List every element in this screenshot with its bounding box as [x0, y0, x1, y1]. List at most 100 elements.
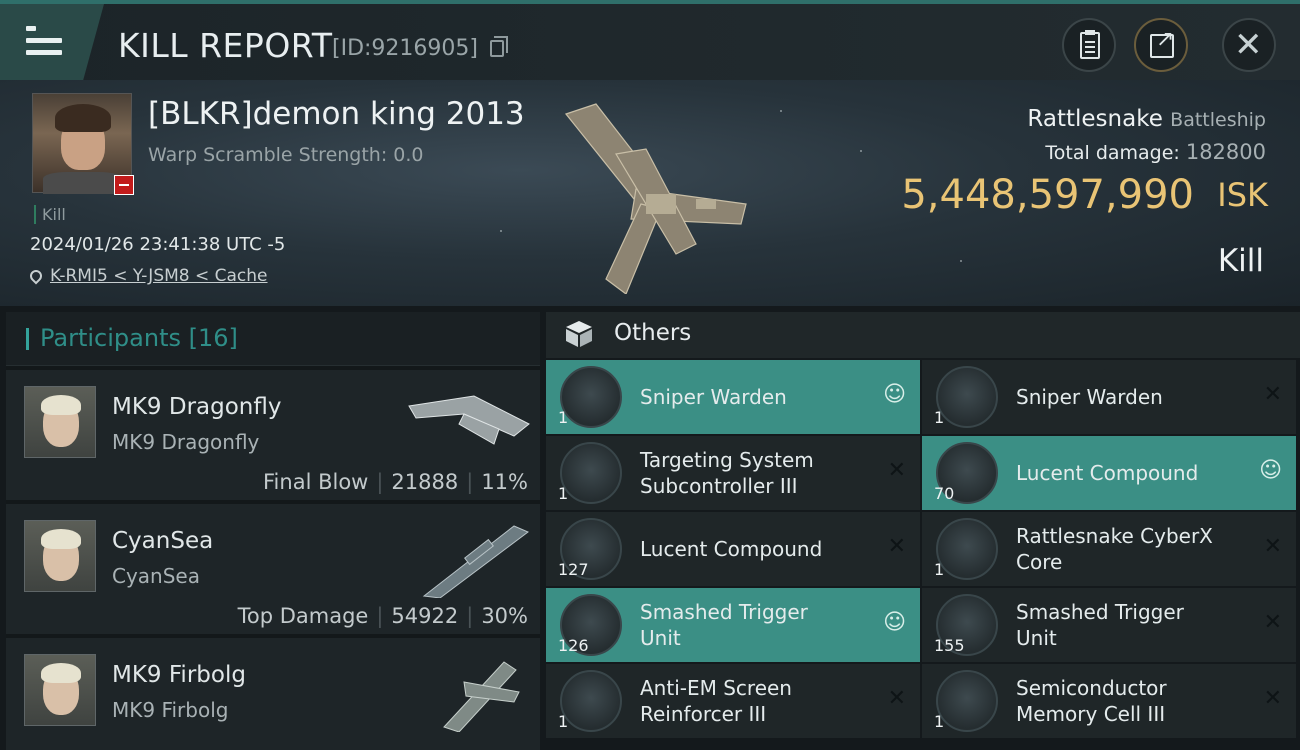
- item-name-line: Rattlesnake CyberX: [1016, 524, 1213, 548]
- stat-damage: 21888: [391, 470, 459, 494]
- participant-row[interactable]: CyanSea CyanSea Top Damage | 54922 | 30%: [6, 500, 540, 634]
- close-icon: ✕: [1234, 25, 1263, 65]
- item-quantity: 70: [934, 484, 955, 503]
- stat-label: Final Blow: [263, 470, 369, 494]
- loot-item[interactable]: 1 Rattlesnake CyberX Core ✕: [922, 512, 1296, 586]
- kill-location[interactable]: K-RMI5 < Y-JSM8 < Cache: [27, 266, 268, 286]
- person-icon[interactable]: ☺: [883, 382, 906, 408]
- participant-name: CyanSea: [112, 528, 214, 554]
- report-id: [ID:9216905]: [332, 36, 478, 61]
- total-damage-label: Total damage:: [1045, 142, 1180, 164]
- item-quantity: 1: [934, 560, 945, 579]
- participant-ship-image: [408, 395, 530, 445]
- item-name: Lucent Compound: [640, 536, 822, 562]
- person-icon[interactable]: ☺: [1259, 458, 1282, 484]
- warp-scramble-strength: Warp Scramble Strength: 0.0: [148, 144, 424, 166]
- item-name: Rattlesnake CyberX Core: [1016, 523, 1213, 575]
- item-name-line: Sniper Warden: [640, 385, 787, 409]
- item-name-line: Core: [1016, 550, 1063, 574]
- item-icon: [560, 670, 622, 732]
- cargo-box-icon: [566, 321, 592, 347]
- star-decoration: [500, 230, 502, 232]
- star-decoration: [960, 260, 962, 262]
- item-name: Smashed Trigger Unit: [640, 599, 808, 651]
- close-x-icon[interactable]: ✕: [1264, 534, 1282, 560]
- clipboard-button[interactable]: [1062, 18, 1116, 72]
- close-x-icon[interactable]: ✕: [888, 686, 906, 712]
- loot-item[interactable]: 1 Semiconductor Memory Cell III ✕: [922, 664, 1296, 738]
- others-header: Others: [546, 312, 1300, 358]
- stat-percent: 30%: [481, 604, 528, 628]
- stat-percent: 11%: [481, 470, 528, 494]
- avatar[interactable]: [24, 386, 96, 458]
- item-name-line: Smashed Trigger: [1016, 600, 1184, 624]
- avatar[interactable]: [24, 520, 96, 592]
- star-decoration: [780, 110, 782, 112]
- participant-ship-image: [443, 661, 520, 732]
- item-name-line: Smashed Trigger: [640, 600, 808, 624]
- close-x-icon[interactable]: ✕: [1264, 686, 1282, 712]
- item-name-line: Unit: [1016, 626, 1057, 650]
- result-label: Kill: [1217, 243, 1264, 279]
- item-name: Sniper Warden: [1016, 384, 1163, 410]
- share-icon: [1150, 27, 1174, 58]
- close-x-icon[interactable]: ✕: [1264, 382, 1282, 408]
- participants-header: Participants [16]: [6, 312, 540, 366]
- clipboard-icon: [1080, 30, 1100, 59]
- item-icon: [936, 518, 998, 580]
- location-link[interactable]: K-RMI5 < Y-JSM8 < Cache: [50, 266, 268, 286]
- item-icon: [936, 366, 998, 428]
- isk-unit: ISK: [1217, 176, 1268, 214]
- stat-damage: 54922: [391, 604, 459, 628]
- loot-item[interactable]: 155 Smashed Trigger Unit ✕: [922, 588, 1296, 662]
- item-quantity: 1: [934, 712, 945, 731]
- item-quantity: 127: [558, 560, 589, 579]
- kill-datetime: 2024/01/26 23:41:38 UTC -5: [30, 234, 286, 255]
- item-name-line: Targeting System: [640, 448, 814, 472]
- copy-icon[interactable]: [490, 36, 508, 57]
- loot-item[interactable]: 126 Smashed Trigger Unit ☺: [546, 588, 920, 662]
- page-title: KILL REPORT: [118, 26, 333, 65]
- item-name: Lucent Compound: [1016, 460, 1198, 486]
- loot-item[interactable]: 127 Lucent Compound ✕: [546, 512, 920, 586]
- close-button[interactable]: ✕: [1222, 18, 1276, 72]
- star-decoration: [860, 150, 862, 152]
- close-x-icon[interactable]: ✕: [888, 458, 906, 484]
- victim-ship-name: Rattlesnake Battleship: [1027, 106, 1266, 132]
- participant-ship: MK9 Firbolg: [112, 698, 229, 722]
- item-icon: [560, 366, 622, 428]
- item-name-line: Memory Cell III: [1016, 702, 1166, 726]
- loot-item[interactable]: 1 Sniper Warden ☺: [546, 360, 920, 434]
- participant-ship-image: [422, 525, 529, 598]
- ship-name-text[interactable]: Rattlesnake: [1027, 106, 1162, 132]
- loot-item[interactable]: 1 Sniper Warden ✕: [922, 360, 1296, 434]
- item-quantity: 1: [558, 712, 569, 731]
- participant-row[interactable]: MK9 Firbolg MK9 Firbolg: [6, 634, 540, 750]
- loot-item[interactable]: 1 Anti-EM Screen Reinforcer III ✕: [546, 664, 920, 738]
- item-name: Smashed Trigger Unit: [1016, 599, 1184, 651]
- item-quantity: 155: [934, 636, 965, 655]
- participant-name: MK9 Firbolg: [112, 662, 246, 688]
- item-name-line: Subcontroller III: [640, 474, 798, 498]
- menu-button[interactable]: [0, 4, 104, 80]
- close-x-icon[interactable]: ✕: [1264, 610, 1282, 636]
- item-name: Semiconductor Memory Cell III: [1016, 675, 1167, 727]
- close-x-icon[interactable]: ✕: [888, 534, 906, 560]
- others-title: Others: [614, 320, 692, 346]
- top-bar: KILL REPORT [ID:9216905] ✕: [0, 0, 1300, 80]
- participant-ship: MK9 Dragonfly: [112, 430, 260, 454]
- avatar[interactable]: [24, 654, 96, 726]
- loot-item[interactable]: 70 Lucent Compound ☺: [922, 436, 1296, 510]
- isk-value: 5,448,597,990: [901, 172, 1194, 218]
- participants-label: Participants [16]: [40, 324, 238, 352]
- participant-row[interactable]: MK9 Dragonfly MK9 Dragonfly Final Blow | 2…: [6, 366, 540, 500]
- total-damage-value: 182800: [1185, 140, 1266, 164]
- victim-name[interactable]: [BLKR]demon king 2013: [148, 96, 525, 132]
- item-name-line: Anti-EM Screen: [640, 676, 792, 700]
- participants-panel: Participants [16] MK9 Dragonfly MK9 Drag…: [6, 312, 540, 750]
- item-quantity: 1: [934, 408, 945, 427]
- item-name-line: Reinforcer III: [640, 702, 767, 726]
- share-button[interactable]: [1134, 18, 1188, 72]
- person-icon[interactable]: ☺: [883, 610, 906, 636]
- loot-item[interactable]: 1 Targeting System Subcontroller III ✕: [546, 436, 920, 510]
